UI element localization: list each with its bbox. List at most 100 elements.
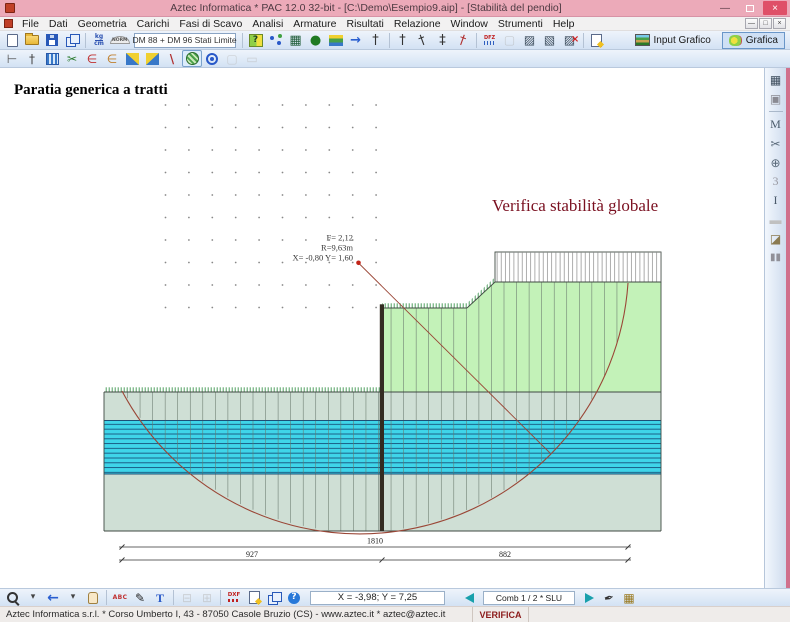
text-tool-icon[interactable]: T	[150, 589, 170, 606]
units-kgcm-icon[interactable]: kgcm	[89, 32, 109, 49]
options-wheel-icon[interactable]: ⊕	[767, 154, 785, 171]
materials-icon[interactable]: M	[767, 116, 785, 133]
center-search-grid	[165, 104, 377, 308]
svg-text:X= -0,80 Y= 1,60: X= -0,80 Y= 1,60	[292, 253, 353, 263]
combination-selector[interactable]: Comb 1 / 2 * SLU	[483, 591, 575, 605]
slope-stability-icon[interactable]	[182, 50, 202, 67]
mdi-minimize-button[interactable]: —	[745, 18, 758, 29]
menu-item-dati[interactable]: Dati	[44, 18, 73, 30]
wall-face-icon[interactable]	[42, 50, 62, 67]
dfz-diagram-icon[interactable]: DFZ	[480, 32, 500, 49]
drawing-canvas[interactable]: Paratia generica a tratti Verifica stabi…	[0, 68, 764, 588]
next-combination-icon[interactable]	[579, 589, 599, 606]
norm-selector[interactable]: DM 88 + DM 96 Stati Limite	[134, 33, 236, 48]
table-small-icon: ⊞	[197, 589, 217, 606]
load-right-icon[interactable]: ∈	[102, 50, 122, 67]
minimize-button[interactable]: —	[713, 1, 737, 15]
back-view-icon[interactable]: ←	[43, 589, 63, 606]
back-dropdown-arrow[interactable]: ▾	[63, 589, 83, 606]
toolbar-separator	[242, 33, 243, 48]
print-preview-icon[interactable]	[264, 589, 284, 606]
maximize-button[interactable]	[738, 1, 762, 15]
menu-item-relazione[interactable]: Relazione	[389, 18, 446, 30]
wall-query-icon[interactable]: ?	[246, 32, 266, 49]
anchors-icon[interactable]: ✂	[62, 50, 82, 67]
mdi-close-button[interactable]: ×	[773, 18, 786, 29]
load-left-icon[interactable]: ∈	[82, 50, 102, 67]
results-table-icon[interactable]: ▦	[619, 589, 639, 606]
pile-double-icon[interactable]: ‡	[433, 32, 453, 49]
menu-item-analisi[interactable]: Analisi	[247, 18, 288, 30]
save-icon	[46, 34, 58, 46]
pile-vertical-icon[interactable]: †	[393, 32, 413, 49]
view-3d-icon[interactable]: 3	[767, 173, 785, 190]
pen-tool-icon[interactable]: ✎	[130, 589, 150, 606]
section-circle-icon	[206, 53, 218, 65]
menu-item-geometria[interactable]: Geometria	[73, 18, 132, 30]
measure-icon: ⊟	[182, 592, 192, 604]
new-file-icon[interactable]	[2, 32, 22, 49]
help-icon[interactable]: ?	[284, 589, 304, 606]
moment-diagram-icon[interactable]	[142, 50, 162, 67]
image-export-icon[interactable]	[244, 589, 264, 606]
mdi-restore-button[interactable]: □	[759, 18, 772, 29]
pressure-diagram-icon[interactable]	[122, 50, 142, 67]
results-table-icon: ▦	[623, 592, 634, 604]
norm-icon[interactable]: NORM	[109, 32, 131, 49]
pause-bars-icon[interactable]: ▮▮	[767, 249, 785, 266]
menu-item-file[interactable]: File	[17, 18, 44, 30]
texture-icon[interactable]: ◪	[767, 230, 785, 247]
dxf-export-icon[interactable]: DXF	[224, 589, 244, 606]
pan-hand-icon[interactable]	[83, 589, 103, 606]
open-file-icon[interactable]	[22, 32, 42, 49]
pile-inclined-left-icon[interactable]: †	[413, 32, 433, 49]
menu-item-fasi-di-scavo[interactable]: Fasi di Scavo	[174, 18, 247, 30]
menu-item-risultati[interactable]: Risultati	[341, 18, 388, 30]
pile-inclined-left-icon: †	[417, 33, 428, 47]
stability-drawing: F= 2,12 R=9,63m X= -0,80 Y= 1,60 1810 92…	[0, 68, 764, 588]
menu-item-strumenti[interactable]: Strumenti	[493, 18, 548, 30]
strata-icon[interactable]	[326, 32, 346, 49]
diagram-hatch-icon[interactable]: ▨	[520, 32, 540, 49]
delete-results-icon[interactable]: ▨×	[560, 32, 580, 49]
pile-section-icon[interactable]: †	[22, 50, 42, 67]
cut-section-icon[interactable]: ✂	[767, 135, 785, 152]
profile-ibeam-icon[interactable]: I	[767, 192, 785, 209]
diagram-hatch2-icon[interactable]: ▧	[540, 32, 560, 49]
table-grid-icon[interactable]: ▦	[767, 71, 785, 88]
copy-window-icon[interactable]	[62, 32, 82, 49]
toolbar-separator	[389, 33, 390, 48]
stamp-icon[interactable]: ▣	[767, 90, 785, 107]
zoom-tool-icon[interactable]	[3, 589, 23, 606]
wall-section-icon[interactable]: ⊢	[2, 50, 22, 67]
pile-inclined-right-icon[interactable]: †	[453, 32, 473, 49]
menu-item-carichi[interactable]: Carichi	[132, 18, 175, 30]
menu-item-window[interactable]: Window	[446, 18, 493, 30]
pan-hand-icon	[88, 592, 98, 604]
input-grafico-label: Input Grafico	[654, 35, 711, 46]
font-abc-icon[interactable]: ABC	[110, 589, 130, 606]
report-notes-icon[interactable]	[587, 32, 607, 49]
prev-combination-icon[interactable]	[459, 589, 479, 606]
pen-tool-icon: ✎	[135, 592, 145, 604]
input-grafico-button[interactable]: Input Grafico	[628, 32, 718, 49]
soil-sphere-icon: ●	[310, 34, 321, 47]
svg-text:F= 2,12: F= 2,12	[326, 233, 353, 243]
pile-double-icon: ‡	[439, 34, 446, 47]
geometry-nodes-icon[interactable]	[266, 32, 286, 49]
zoom-tool-icon	[6, 591, 20, 605]
axis-arrow-icon[interactable]: →	[346, 32, 366, 49]
section-circle-icon[interactable]	[202, 50, 222, 67]
menu-item-armature[interactable]: Armature	[288, 18, 341, 30]
pile-load-icon[interactable]: †	[366, 32, 386, 49]
delete-results-icon: ▨×	[564, 34, 575, 46]
zoom-dropdown-arrow[interactable]: ▾	[23, 589, 43, 606]
close-button[interactable]: ×	[763, 1, 787, 15]
soil-sphere-icon[interactable]: ●	[306, 32, 326, 49]
displacement-icon[interactable]: \	[162, 50, 182, 67]
quill-icon[interactable]: ✒	[599, 589, 619, 606]
menu-item-help[interactable]: Help	[548, 18, 580, 30]
save-icon[interactable]	[42, 32, 62, 49]
grafica-button[interactable]: Grafica	[722, 32, 785, 49]
soil-bricks-icon[interactable]: ▦	[286, 32, 306, 49]
